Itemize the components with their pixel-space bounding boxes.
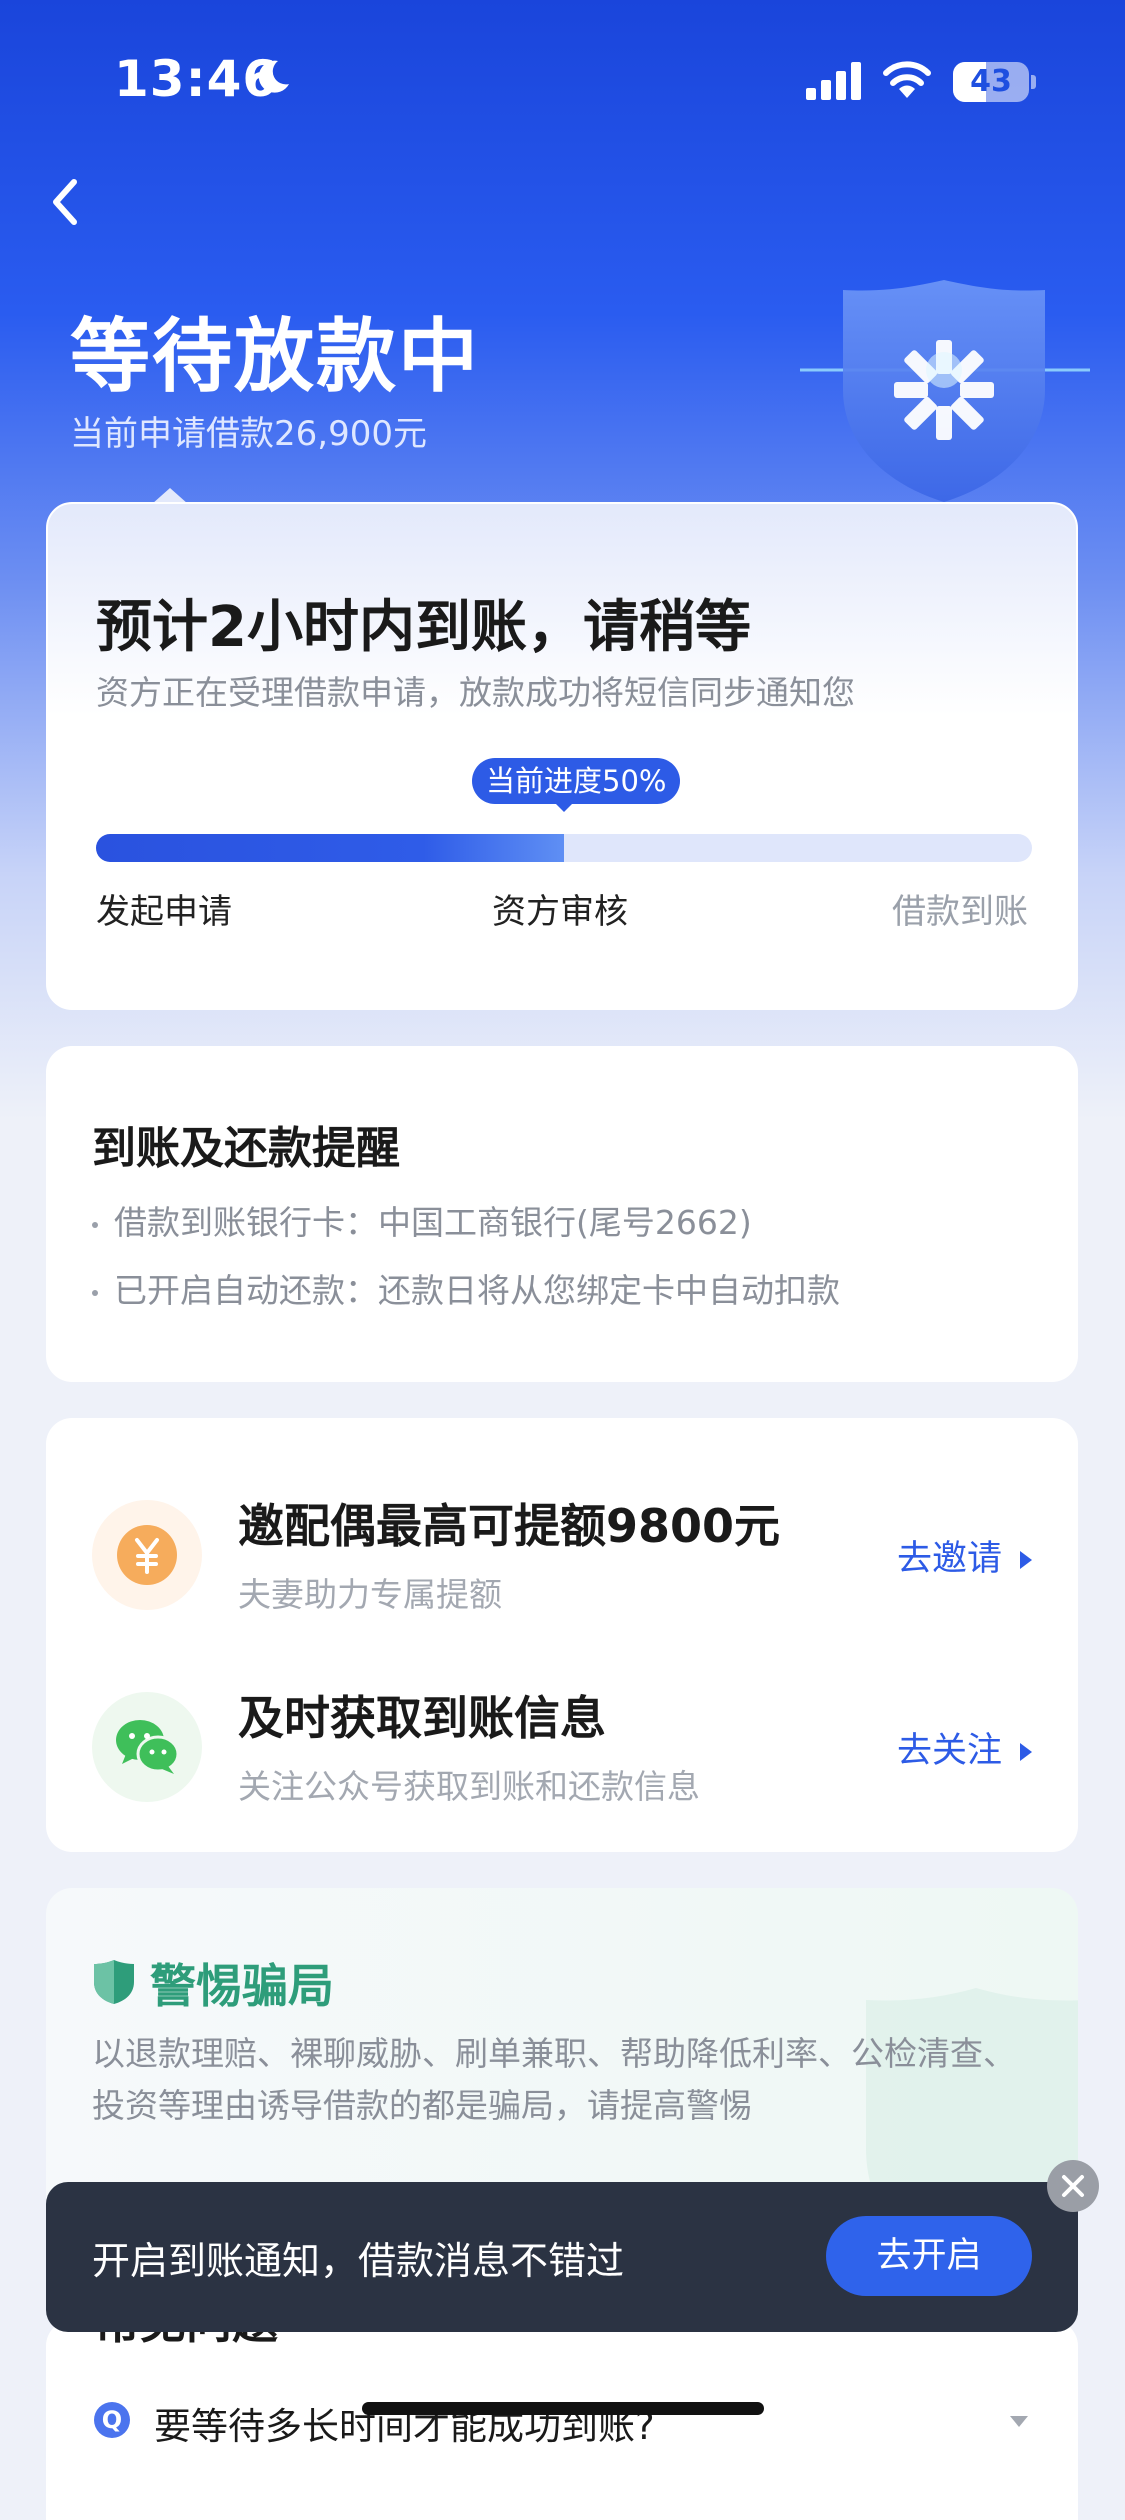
follow-link-label: 去关注 — [896, 1731, 1002, 1771]
wechat-icon — [116, 1720, 180, 1774]
follow-title: 及时获取到账信息 — [238, 1691, 606, 1745]
follow-account-row[interactable]: 及时获取到账信息 关注公众号获取到账和还款信息 去关注 — [46, 1682, 1078, 1842]
triangle-right-icon — [1020, 1743, 1032, 1761]
back-arrow-icon[interactable] — [44, 172, 88, 232]
signal-icon — [806, 62, 861, 100]
toast-text: 开启到账通知，借款消息不错过 — [92, 2239, 625, 2283]
fraud-title: 警惕骗局 — [150, 1959, 334, 2013]
wechat-icon-bg — [92, 1692, 202, 1802]
bullet — [92, 1221, 98, 1228]
loan-amount-subtitle: 当前申请借款26,900元 — [70, 414, 427, 454]
invite-spouse-row[interactable]: 邀配偶最高可提额9800元 夫妻助力专属提额 去邀请 — [46, 1490, 1078, 1650]
eta-title: 预计2小时内到账，请稍等 — [96, 595, 751, 660]
notification-toast: 开启到账通知，借款消息不错过 去开启 — [46, 2182, 1078, 2332]
progress-badge-tip — [554, 802, 574, 812]
progress-fill — [96, 834, 564, 862]
invite-link[interactable]: 去邀请 — [897, 1530, 1032, 1581]
reminder-card: 到账及还款提醒 借款到账银行卡：中国工商银行(尾号2662) 已开启自动还款：还… — [46, 1046, 1078, 1382]
moon-icon — [258, 60, 289, 93]
invite-title: 邀配偶最高可提额9800元 — [238, 1499, 781, 1553]
invite-subtitle: 夫妻助力专属提额 — [238, 1575, 502, 1614]
enable-notification-button[interactable]: 去开启 — [826, 2216, 1032, 2296]
coin-icon-bg — [92, 1500, 202, 1610]
page-title: 等待放款中 — [70, 310, 480, 403]
home-indicator[interactable] — [362, 2402, 764, 2415]
battery-nub — [1031, 75, 1036, 89]
wifi-icon — [883, 61, 931, 98]
close-icon[interactable] — [1047, 2160, 1099, 2212]
progress-badge: 当前进度50% — [472, 758, 681, 804]
chevron-down-icon[interactable] — [1010, 2416, 1028, 2427]
shield-check-icon — [94, 1960, 134, 2004]
question-badge: Q — [94, 2402, 130, 2438]
invite-link-label: 去邀请 — [896, 1539, 1002, 1579]
progress-track — [96, 834, 1032, 862]
reminder-autopay-text: 已开启自动还款：还款日将从您绑定卡中自动扣款 — [114, 1271, 840, 1310]
yen-coin-icon — [117, 1525, 177, 1585]
actions-card: 邀配偶最高可提额9800元 夫妻助力专属提额 去邀请 及时获取到账信息 关注公众… — [46, 1418, 1078, 1852]
triangle-right-icon — [1020, 1551, 1032, 1569]
reminder-title: 到账及还款提醒 — [92, 1123, 400, 1174]
battery-percent: 43 — [970, 64, 1012, 99]
follow-subtitle: 关注公众号获取到账和还款信息 — [238, 1767, 700, 1806]
fraud-description: 以退款理赔、裸聊威胁、刷单兼职、帮助降低利率、公检清查、投资等理由诱导借款的都是… — [92, 2034, 1016, 2125]
battery-indicator: 43 — [953, 62, 1029, 102]
shield-emblem-icon — [800, 280, 1090, 502]
reminder-line-bank: 借款到账银行卡：中国工商银行(尾号2662) — [92, 1196, 752, 1244]
reminder-bank-text: 借款到账银行卡：中国工商银行(尾号2662) — [114, 1203, 752, 1242]
step-review: 资方审核 — [492, 892, 628, 932]
reminder-line-autopay: 已开启自动还款：还款日将从您绑定卡中自动扣款 — [92, 1264, 840, 1312]
bullet — [92, 1289, 98, 1296]
eta-description: 资方正在受理借款申请，放款成功将短信同步通知您 — [96, 673, 855, 712]
step-apply: 发起申请 — [96, 892, 232, 932]
progress-card: 预计2小时内到账，请稍等 资方正在受理借款申请，放款成功将短信同步通知您 当前进… — [46, 502, 1078, 1010]
follow-link[interactable]: 去关注 — [897, 1722, 1032, 1773]
status-time: 13:46 — [114, 50, 279, 108]
step-arrival: 借款到账 — [892, 892, 1028, 932]
